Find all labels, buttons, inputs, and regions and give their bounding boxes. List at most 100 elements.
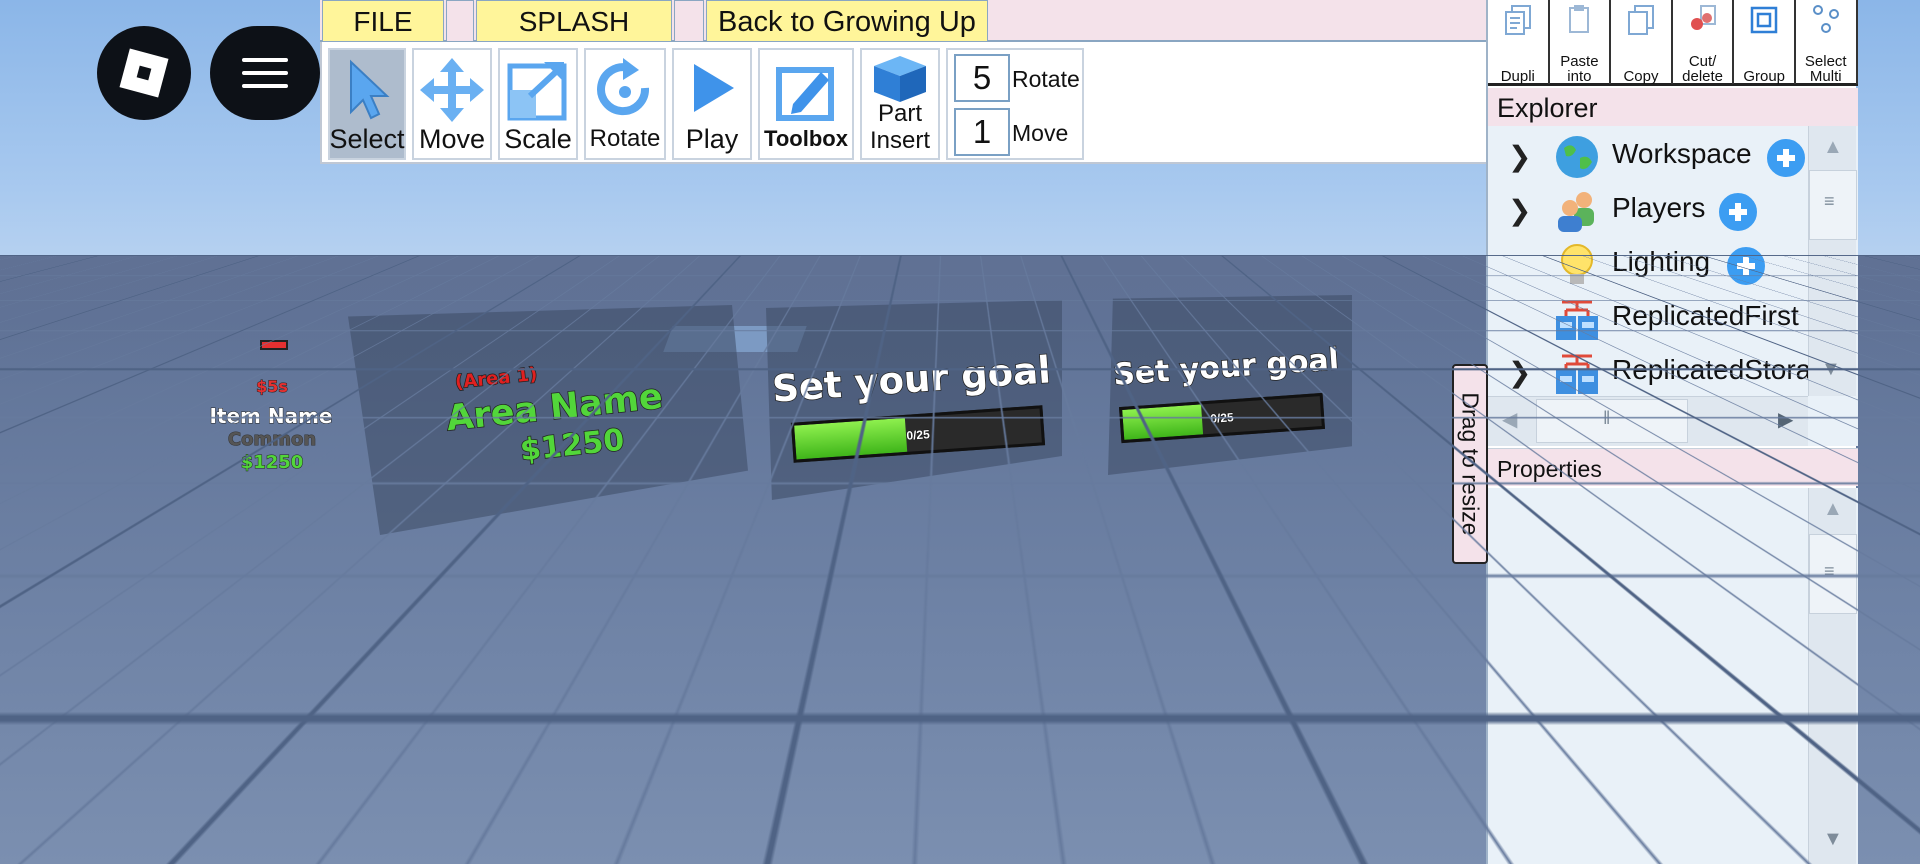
- scale-icon: [507, 62, 567, 121]
- right-panel: Dupli Paste into Copy Cut/ delete Group …: [1486, 0, 1858, 864]
- rotate-icon: [597, 58, 650, 116]
- explorer-item-label: Workspace: [1612, 138, 1752, 169]
- rotate-step-label: Rotate: [1012, 66, 1080, 92]
- explorer-item-label: Lighting: [1612, 246, 1711, 277]
- grip-icon: ≡: [1824, 561, 1835, 581]
- drag-to-resize-handle[interactable]: Drag to resize: [1452, 364, 1488, 564]
- properties-title: Properties: [1488, 448, 1858, 486]
- select-multi-button[interactable]: Select Multi: [1796, 0, 1858, 84]
- add-child-button[interactable]: [1764, 136, 1808, 180]
- explorer-tree: ❯ Workspace ❯ Players Lighting Replicate…: [1488, 126, 1858, 446]
- cut-icon: [1690, 5, 1716, 30]
- part-label: Part: [877, 100, 922, 127]
- part-cube-icon: [874, 56, 926, 102]
- item-badge: [260, 340, 288, 350]
- scroll-down-icon[interactable]: ▼: [1821, 358, 1841, 381]
- rotate-tool-button[interactable]: Rotate: [584, 48, 666, 160]
- rotate-step-input[interactable]: 5: [954, 54, 1010, 102]
- add-child-button[interactable]: [1724, 244, 1768, 288]
- scroll-thumb[interactable]: ≡: [1809, 170, 1857, 240]
- duplicate-button[interactable]: Dupli: [1488, 0, 1550, 84]
- select-multi-label: Select Multi: [1804, 53, 1847, 85]
- move-tool-button[interactable]: Move: [412, 48, 492, 160]
- group-button[interactable]: Group: [1734, 0, 1796, 84]
- scroll-thumb[interactable]: ≡: [1809, 534, 1857, 614]
- explorer-item-workspace[interactable]: ❯ Workspace: [1488, 130, 1808, 182]
- copy-label: Copy: [1623, 68, 1659, 85]
- group-icon: [1750, 6, 1778, 34]
- explorer-item-label: Players: [1612, 192, 1706, 223]
- duplicate-icon: [1504, 5, 1531, 35]
- explorer-title: Explorer: [1488, 88, 1858, 126]
- item-price: $1250: [240, 452, 304, 474]
- rotate-tool-label: Rotate: [589, 125, 661, 152]
- properties-vertical-scrollbar[interactable]: ▲ ≡ ▼: [1808, 488, 1857, 864]
- cut-delete-button[interactable]: Cut/ delete: [1673, 0, 1735, 84]
- toolbox-button[interactable]: Toolbox: [758, 48, 854, 160]
- copy-button[interactable]: Copy: [1611, 0, 1673, 84]
- scroll-up-icon[interactable]: ▲: [1823, 136, 1843, 159]
- globe-icon: [1556, 136, 1598, 178]
- scroll-thumb[interactable]: ‖: [1536, 399, 1688, 443]
- chevron-right-icon[interactable]: ❯: [1508, 356, 1531, 389]
- paste-into-label: Paste into: [1560, 53, 1599, 85]
- step-settings: 5 Rotate 1 Move: [946, 48, 1084, 160]
- select-multi-icon: [1812, 5, 1839, 33]
- scale-tool-button[interactable]: Scale: [498, 48, 578, 160]
- group-label: Group: [1743, 68, 1786, 85]
- part-insert-button[interactable]: Part Insert: [860, 48, 940, 160]
- explorer-vertical-scrollbar[interactable]: ▲ ≡ ▼: [1808, 126, 1857, 396]
- properties-panel: ▲ ≡ ▼: [1488, 488, 1858, 864]
- select-tool-label: Select: [329, 124, 405, 154]
- action-bar: Dupli Paste into Copy Cut/ delete Group …: [1488, 0, 1858, 86]
- insert-label: Insert: [869, 127, 931, 154]
- toolbox-icon: [776, 67, 834, 121]
- replicated-icon: [1556, 300, 1598, 340]
- explorer-item-label: ReplicatedFirst: [1612, 300, 1799, 331]
- splash-tab[interactable]: SPLASH: [476, 0, 672, 42]
- back-to-growing-up-tab[interactable]: Back to Growing Up: [706, 0, 988, 42]
- tab-spacer: [446, 0, 474, 42]
- play-icon: [694, 64, 734, 112]
- file-tab[interactable]: FILE: [322, 0, 444, 42]
- players-icon: [1558, 192, 1594, 232]
- hamburger-icon: [242, 58, 288, 62]
- drag-to-resize-label: Drag to resize: [1457, 392, 1484, 536]
- scroll-up-icon[interactable]: ▲: [1823, 498, 1843, 521]
- play-button[interactable]: Play: [672, 48, 752, 160]
- lightbulb-icon: [1561, 244, 1593, 284]
- chevron-right-icon[interactable]: ❯: [1508, 194, 1531, 227]
- toolbox-label: Toolbox: [764, 126, 848, 151]
- scroll-left-icon[interactable]: ◀: [1502, 407, 1517, 432]
- hamburger-menu-button[interactable]: [210, 26, 320, 120]
- grip-icon: ≡: [1824, 191, 1835, 211]
- add-child-button[interactable]: [1716, 190, 1760, 234]
- paste-icon: [1569, 5, 1590, 33]
- cut-delete-label: Cut/ delete: [1682, 53, 1724, 85]
- hamburger-line: [242, 71, 288, 75]
- explorer-item-replicatedfirst[interactable]: ReplicatedFirst: [1488, 292, 1808, 344]
- replicated-icon: [1556, 354, 1598, 394]
- explorer-horizontal-scrollbar[interactable]: ◀ ‖ ▶: [1488, 396, 1808, 446]
- grip-icon: ‖: [1603, 408, 1611, 428]
- move-tool-label: Move: [418, 124, 486, 154]
- explorer-item-players[interactable]: ❯ Players: [1488, 184, 1808, 236]
- paste-into-button[interactable]: Paste into: [1550, 0, 1612, 84]
- copy-icon: [1627, 5, 1654, 35]
- explorer-item-replicatedstorage[interactable]: ❯ ReplicatedStorage: [1488, 346, 1842, 398]
- chevron-right-icon[interactable]: ❯: [1508, 140, 1531, 173]
- move-step-label: Move: [1012, 120, 1069, 146]
- move-step-input[interactable]: 1: [954, 108, 1010, 156]
- explorer-item-lighting[interactable]: Lighting: [1488, 238, 1808, 290]
- move-arrows-icon: [420, 58, 484, 122]
- item-rate: $5s: [256, 377, 289, 397]
- item-rarity: Common: [227, 429, 317, 451]
- play-label: Play: [685, 124, 739, 154]
- select-tool-button[interactable]: Select: [328, 48, 406, 160]
- item-name: Item Name: [209, 404, 333, 429]
- roblox-logo-icon: [119, 48, 169, 98]
- cursor-icon: [350, 59, 390, 120]
- roblox-menu-button[interactable]: [97, 26, 191, 120]
- scroll-right-icon[interactable]: ▶: [1778, 407, 1793, 432]
- scroll-down-icon[interactable]: ▼: [1823, 828, 1843, 851]
